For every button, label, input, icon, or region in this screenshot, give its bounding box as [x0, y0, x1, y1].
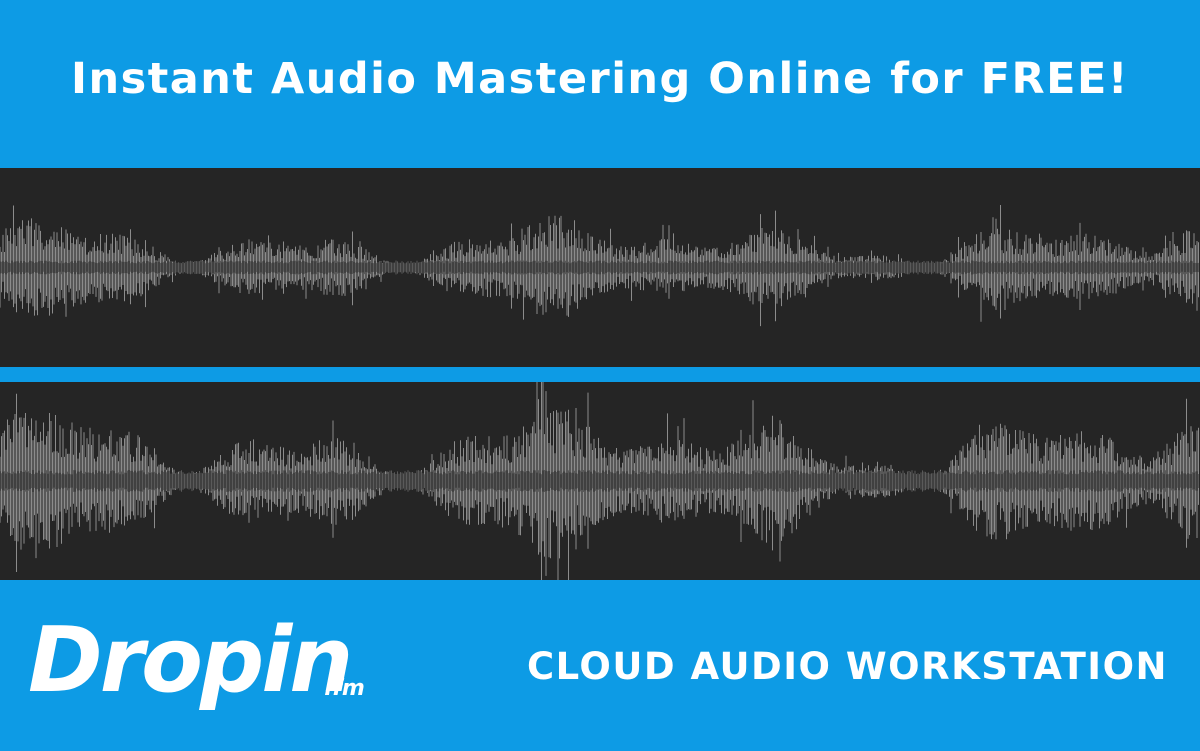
waveform-bottom-icon: [0, 382, 1199, 580]
waveform-core: [0, 470, 1199, 492]
waveform-track-top: [0, 168, 1200, 367]
headline: Instant Audio Mastering Online for FREE!: [71, 54, 1129, 104]
waveform-track-bottom: [0, 382, 1200, 580]
banner: Instant Audio Mastering Online for FREE!…: [0, 0, 1200, 751]
logo-name: Dropin: [28, 608, 353, 713]
tagline: CLOUD AUDIO WORKSTATION: [527, 645, 1168, 688]
waveform-top-icon: [0, 205, 1199, 327]
dropin-logo: Dropin .fm: [28, 606, 365, 716]
logo-suffix: .fm: [324, 676, 365, 701]
